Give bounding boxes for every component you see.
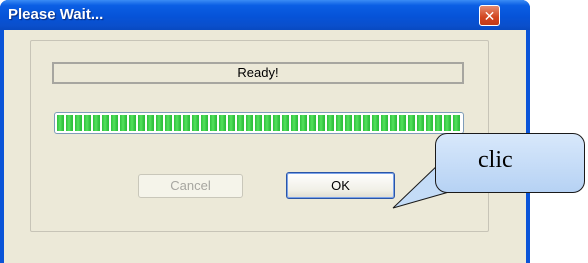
callout-tail <box>392 162 472 209</box>
callout-text: clic <box>478 147 513 173</box>
